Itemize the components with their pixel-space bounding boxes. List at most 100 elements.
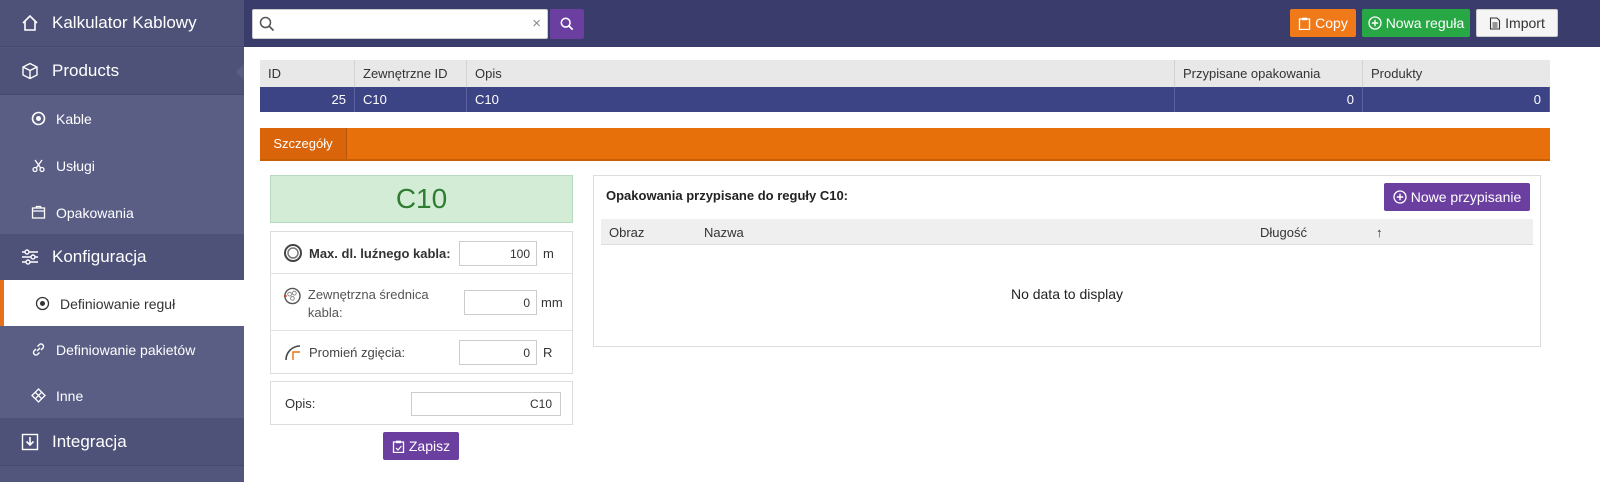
cable-icon [30, 111, 46, 127]
bend-radius-label-wrap: Promień zgięcia: [283, 342, 405, 362]
plus-circle-icon [1368, 16, 1382, 30]
diameter-label: Zewnętrzna średnica kabla: [307, 287, 429, 320]
sidebar-item-definiowanie-pakietow[interactable]: Definiowanie pakietów [0, 326, 244, 373]
assigned-packages-title: Opakowania przypisane do reguły C10: [606, 188, 849, 203]
search-button[interactable] [550, 9, 584, 39]
target-icon [34, 296, 50, 312]
sidebar-label-uslugi: Usługi [56, 157, 95, 174]
description-input[interactable]: C10 [411, 392, 561, 416]
top-toolbar: × Copy Nowa reguła Import [244, 0, 1600, 47]
col-header-id[interactable]: ID [260, 60, 355, 87]
clipboard-icon [1299, 17, 1311, 30]
sidebar-item-kable[interactable]: Kable [0, 95, 244, 142]
import-icon [20, 432, 40, 452]
col-header-dlugosc[interactable]: Długość [1260, 225, 1307, 240]
col-header-external-id[interactable]: Zewnętrzne ID [355, 60, 467, 87]
sidebar-item-products[interactable]: Products [0, 48, 244, 95]
copy-button[interactable]: Copy [1290, 9, 1356, 37]
bend-radius-label: Promień zgięcia: [309, 344, 406, 360]
caret-icon [236, 64, 244, 80]
sidebar-label-integracja: Integracja [52, 431, 127, 451]
rule-name-display: C10 [270, 175, 573, 223]
package-icon [30, 205, 46, 221]
bend-radius-input[interactable]: 0 [459, 340, 537, 365]
details-tabbar: Szczegóły [260, 128, 1550, 161]
scissors-icon [30, 158, 46, 174]
cell-external-id: C10 [355, 87, 467, 112]
diameter-row: Zewnętrzna średnica kabla: 0 mm [271, 274, 572, 331]
grid-header: ID Zewnętrzne ID Opis Przypisane opakowa… [260, 60, 1550, 87]
max-length-input[interactable]: 100 [459, 241, 537, 266]
col-header-products[interactable]: Produkty [1363, 60, 1550, 87]
assigned-packages-panel: Opakowania przypisane do reguły C10: Now… [593, 175, 1541, 347]
cell-assigned-packages: 0 [1175, 87, 1363, 112]
home-icon [20, 13, 40, 33]
search-box: × [252, 9, 548, 39]
save-button-label: Zapisz [408, 438, 451, 454]
search-button-icon [560, 17, 574, 31]
col-header-obraz[interactable]: Obraz [609, 225, 644, 240]
sidebar-item-home[interactable]: Kalkulator Kablowy [0, 0, 244, 47]
col-header-assigned-packages[interactable]: Przypisane opakowania [1175, 60, 1363, 87]
max-length-label: Max. dl. luźnego kabla: [309, 245, 451, 261]
sidebar-label-opakowania: Opakowania [56, 204, 134, 221]
cell-id: 25 [260, 87, 355, 112]
sidebar-label-definiowanie-regul: Definiowanie reguł [60, 295, 176, 312]
cell-products: 0 [1363, 87, 1550, 112]
sidebar: Kalkulator Kablowy Products Kable Usługi… [0, 0, 244, 482]
sort-arrow-icon[interactable]: ↑ [1376, 225, 1383, 240]
sidebar-label-products: Products [52, 61, 120, 80]
sidebar-label-konfiguracja: Konfiguracja [52, 247, 147, 266]
diameter-label-wrap: Zewnętrzna średnica kabla: [283, 286, 458, 322]
sidebar-label-definiowanie-pakietow: Definiowanie pakietów [56, 341, 196, 358]
sidebar-item-opakowania[interactable]: Opakowania [0, 189, 244, 236]
description-panel: Opis: C10 [270, 381, 573, 425]
sidebar-item-konfiguracja[interactable]: Konfiguracja [0, 234, 244, 281]
sidebar-item-inne[interactable]: Inne [0, 372, 244, 419]
bend-radius-row: Promień zgięcia: 0 R [271, 331, 572, 373]
sidebar-label-inne: Inne [56, 387, 84, 404]
sliders-icon [20, 247, 40, 267]
clear-search-icon[interactable]: × [532, 15, 541, 32]
max-length-label-wrap: Max. dl. luźnego kabla: [283, 243, 451, 263]
cable-properties-panel: Max. dl. luźnego kabla: 100 m Zewnętrzna… [270, 231, 573, 374]
save-button[interactable]: Zapisz [383, 432, 459, 460]
empty-state-text: No data to display [1010, 286, 1124, 302]
clipboard-icon [392, 440, 405, 453]
app-title: Kalkulator Kablowy [52, 13, 197, 32]
diameter-input[interactable]: 0 [464, 290, 537, 315]
sidebar-item-definiowanie-regul[interactable]: Definiowanie reguł [0, 280, 244, 327]
cable-cross-section-icon [283, 287, 301, 305]
search-icon [259, 16, 275, 35]
search-input[interactable] [279, 14, 529, 34]
plus-circle-icon [1393, 190, 1407, 204]
new-assignment-button-label: Nowe przypisanie [1410, 189, 1522, 205]
sidebar-label-kable: Kable [56, 110, 92, 127]
new-rule-button[interactable]: Nowa reguła [1362, 9, 1470, 37]
sidebar-item-uslugi[interactable]: Usługi [0, 142, 244, 189]
copy-button-label: Copy [1315, 15, 1348, 31]
col-header-opis[interactable]: Opis [467, 60, 1175, 87]
box-icon [20, 61, 40, 81]
import-button[interactable]: Import [1476, 9, 1558, 37]
max-length-unit: m [543, 246, 554, 261]
max-length-row: Max. dl. luźnego kabla: 100 m [271, 232, 572, 274]
bend-radius-icon [285, 345, 301, 361]
document-icon [1490, 16, 1501, 30]
new-rule-button-label: Nowa reguła [1385, 15, 1465, 31]
diameter-unit: mm [541, 295, 563, 310]
col-header-nazwa[interactable]: Nazwa [704, 225, 744, 240]
import-button-label: Import [1505, 15, 1545, 31]
tab-szczegoly[interactable]: Szczegóły [260, 128, 347, 159]
assigned-packages-header: Obraz Nazwa Długość ↑ [601, 219, 1533, 245]
bend-radius-unit: R [543, 345, 553, 360]
new-assignment-button[interactable]: Nowe przypisanie [1384, 183, 1530, 211]
diamond-icon [30, 388, 46, 404]
cable-coil-icon [284, 244, 302, 262]
rules-grid: ID Zewnętrzne ID Opis Przypisane opakowa… [260, 60, 1550, 112]
table-row[interactable]: 25 C10 C10 0 0 [260, 87, 1550, 112]
cell-opis: C10 [467, 87, 1175, 112]
sidebar-item-integracja[interactable]: Integracja [0, 418, 244, 466]
link-icon [30, 342, 46, 358]
description-label: Opis: [285, 396, 316, 411]
